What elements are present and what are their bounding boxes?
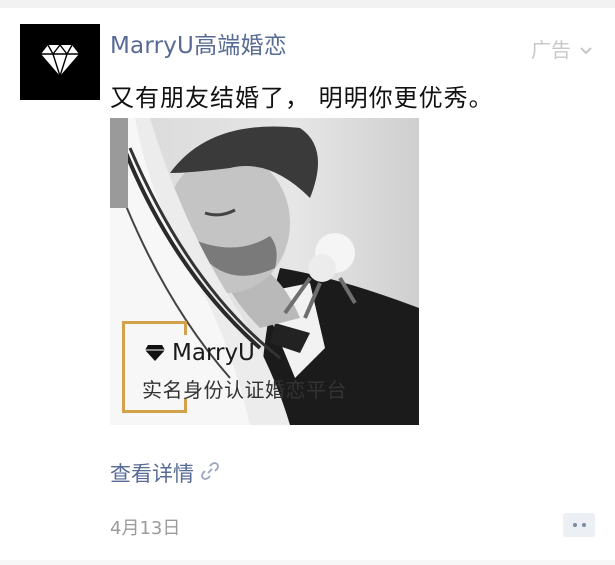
brand-overlay: MarryU 实名身份认证婚恋平台 bbox=[122, 321, 352, 413]
view-details-label: 查看详情 bbox=[110, 462, 194, 486]
diamond-icon bbox=[40, 43, 80, 81]
diamond-icon bbox=[144, 344, 166, 362]
ad-photo[interactable]: MarryU 实名身份认证婚恋平台 bbox=[110, 118, 419, 425]
comment-more-button[interactable] bbox=[563, 513, 595, 537]
ad-menu[interactable]: 广告 bbox=[531, 34, 593, 63]
feed-separator-top bbox=[0, 0, 615, 8]
author-name[interactable]: MarryU高端婚恋 bbox=[110, 26, 287, 60]
dot-icon bbox=[581, 523, 586, 527]
brand-row: MarryU bbox=[144, 340, 255, 366]
avatar[interactable] bbox=[20, 24, 100, 100]
gold-frame-edge-top bbox=[184, 321, 187, 335]
post-date: 4月13日 bbox=[110, 518, 181, 539]
brand-slogan: 实名身份认证婚恋平台 bbox=[142, 378, 347, 402]
ad-label: 广告 bbox=[531, 38, 571, 62]
link-icon bbox=[200, 461, 220, 486]
dot-icon bbox=[572, 523, 577, 527]
feed-separator-bottom bbox=[0, 560, 615, 565]
brand-name: MarryU bbox=[172, 340, 255, 366]
chevron-down-icon bbox=[579, 37, 593, 61]
view-details-link[interactable]: 查看详情 bbox=[110, 458, 220, 488]
post-text: 又有朋友结婚了， 明明你更优秀。 bbox=[110, 84, 494, 112]
